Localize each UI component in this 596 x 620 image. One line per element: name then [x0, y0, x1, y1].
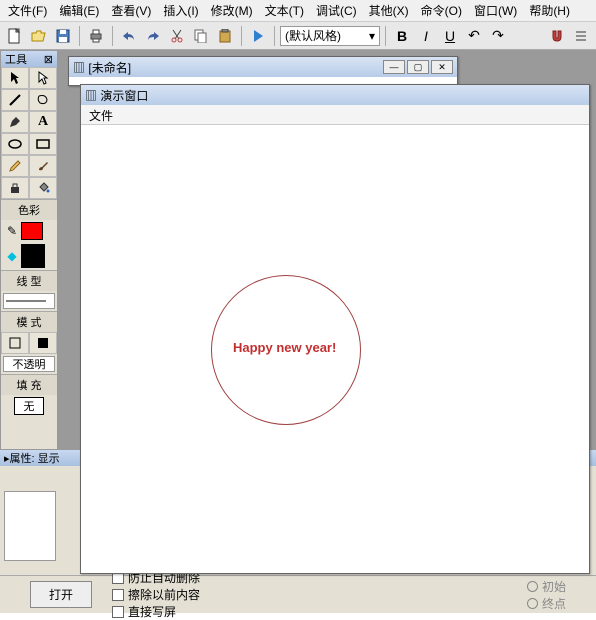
close-icon[interactable]: ✕	[431, 60, 453, 74]
demo-title-text: 演示窗口	[100, 89, 148, 103]
menu-file[interactable]: 文件(F)	[2, 0, 53, 21]
tool-lasso[interactable]	[29, 89, 57, 111]
menu-command[interactable]: 命令(O)	[415, 0, 468, 21]
menu-help[interactable]: 帮助(H)	[523, 0, 576, 21]
redo-arrow-icon[interactable]: ↷	[487, 25, 509, 47]
tool-pencil[interactable]	[1, 155, 29, 177]
style-dropdown[interactable]: (默认风格) ▾	[280, 26, 380, 46]
demo-canvas: Happy new year!	[81, 125, 589, 573]
chk-direct-screen[interactable]	[112, 606, 124, 618]
toolbox-panel: 工具 ⊠ A 色彩 ✎ ◆ 线 型 模 式	[0, 50, 58, 450]
doc-unnamed-title: [未命名]	[88, 61, 131, 75]
undo-icon[interactable]	[118, 25, 140, 47]
style-dropdown-value: (默认风格)	[285, 27, 341, 44]
menu-modify[interactable]: 修改(M)	[205, 0, 259, 21]
main-toolbar: (默认风格) ▾ B I U ↶ ↷	[0, 22, 596, 50]
menu-bar: 文件(F) 编辑(E) 查看(V) 插入(I) 修改(M) 文本(T) 调试(C…	[0, 0, 596, 22]
menu-insert[interactable]: 插入(I)	[157, 0, 204, 21]
properties-title-text: 属性: 显示	[10, 450, 60, 466]
demo-menu-file[interactable]: 文件	[89, 109, 113, 123]
tool-grid: A	[1, 67, 57, 199]
maximize-icon[interactable]: ▢	[407, 60, 429, 74]
color-section-label: 色彩	[1, 199, 57, 220]
tool-subselect[interactable]	[29, 67, 57, 89]
bottom-bar: 打开 防止自动删除 擦除以前内容 直接写屏 初始 终点	[0, 575, 596, 613]
fill-section-label: 填 充	[1, 374, 57, 395]
save-icon[interactable]	[52, 25, 74, 47]
line-style-select[interactable]	[3, 293, 55, 309]
tool-brush[interactable]	[29, 155, 57, 177]
chevron-down-icon: ▾	[369, 29, 375, 43]
toolbox-title: 工具 ⊠	[1, 51, 57, 67]
minimize-icon[interactable]: —	[383, 60, 405, 74]
menu-other[interactable]: 其他(X)	[363, 0, 415, 21]
demo-window[interactable]: ▥ 演示窗口 文件 Happy new year!	[80, 84, 590, 574]
canvas-text: Happy new year!	[233, 340, 336, 355]
mode-btn-2[interactable]	[29, 332, 57, 354]
print-icon[interactable]	[85, 25, 107, 47]
magnet-icon[interactable]	[546, 25, 568, 47]
fill-none-box[interactable]: 无	[14, 397, 44, 415]
undo-arrow-icon[interactable]: ↶	[463, 25, 485, 47]
tool-oval[interactable]	[1, 133, 29, 155]
bucket-color-icon: ◆	[3, 249, 21, 263]
run-icon[interactable]	[247, 25, 269, 47]
menu-text[interactable]: 文本(T)	[259, 0, 310, 21]
pen-color-row: ✎	[1, 220, 57, 242]
radio-end-label: 终点	[542, 595, 566, 612]
radio-initial-label: 初始	[542, 578, 566, 595]
paste-icon[interactable]	[214, 25, 236, 47]
mode-btn-1[interactable]	[1, 332, 29, 354]
fill-color-row: ◆	[1, 242, 57, 270]
radio-initial[interactable]	[527, 581, 538, 592]
opacity-select[interactable]: 不透明	[3, 356, 55, 372]
chk-erase-prev-label: 擦除以前内容	[128, 586, 200, 603]
menu-window[interactable]: 窗口(W)	[468, 0, 523, 21]
open-button[interactable]: 打开	[30, 581, 92, 608]
radio-end[interactable]	[527, 598, 538, 609]
toolbox-title-text: 工具	[5, 51, 27, 67]
chk-erase-prev[interactable]	[112, 589, 124, 601]
menu-edit[interactable]: 编辑(E)	[53, 0, 105, 21]
open-file-icon[interactable]	[28, 25, 50, 47]
doc-unnamed-titlebar[interactable]: ▥ [未命名] — ▢ ✕	[69, 57, 457, 77]
demo-titlebar[interactable]: ▥ 演示窗口	[81, 85, 589, 105]
pencil-color-icon: ✎	[3, 222, 21, 240]
fill-color-swatch[interactable]	[21, 244, 45, 268]
chk-direct-screen-label: 直接写屏	[128, 603, 176, 620]
copy-icon[interactable]	[190, 25, 212, 47]
tool-pen[interactable]	[1, 111, 29, 133]
demo-menubar: 文件	[81, 105, 589, 125]
tool-paintbucket[interactable]	[29, 177, 57, 199]
menu-view[interactable]: 查看(V)	[105, 0, 157, 21]
line-section-label: 线 型	[1, 270, 57, 291]
align-icon[interactable]	[570, 25, 592, 47]
demo-icon: ▥	[85, 89, 97, 103]
tool-text[interactable]: A	[29, 111, 57, 133]
tool-line[interactable]	[1, 89, 29, 111]
document-unnamed[interactable]: ▥ [未命名] — ▢ ✕	[68, 56, 458, 86]
properties-preview	[4, 491, 56, 561]
toolbox-close-icon[interactable]: ⊠	[44, 53, 53, 66]
italic-button[interactable]: I	[415, 25, 437, 47]
cut-icon[interactable]	[166, 25, 188, 47]
redo-icon[interactable]	[142, 25, 164, 47]
new-file-icon[interactable]	[4, 25, 26, 47]
bold-button[interactable]: B	[391, 25, 413, 47]
tool-arrow[interactable]	[1, 67, 29, 89]
menu-debug[interactable]: 调试(C)	[310, 0, 363, 21]
mode-section-label: 模 式	[1, 311, 57, 332]
main-area: 工具 ⊠ A 色彩 ✎ ◆ 线 型 模 式	[0, 50, 596, 450]
mdi-workspace: ▥ [未命名] — ▢ ✕ ▥ 演示窗口 文件 Happy new year!	[58, 50, 596, 450]
doc-icon: ▥	[73, 61, 85, 75]
tool-rect[interactable]	[29, 133, 57, 155]
tool-inkbottle[interactable]	[1, 177, 29, 199]
underline-button[interactable]: U	[439, 25, 461, 47]
stroke-color-swatch[interactable]	[21, 222, 43, 240]
